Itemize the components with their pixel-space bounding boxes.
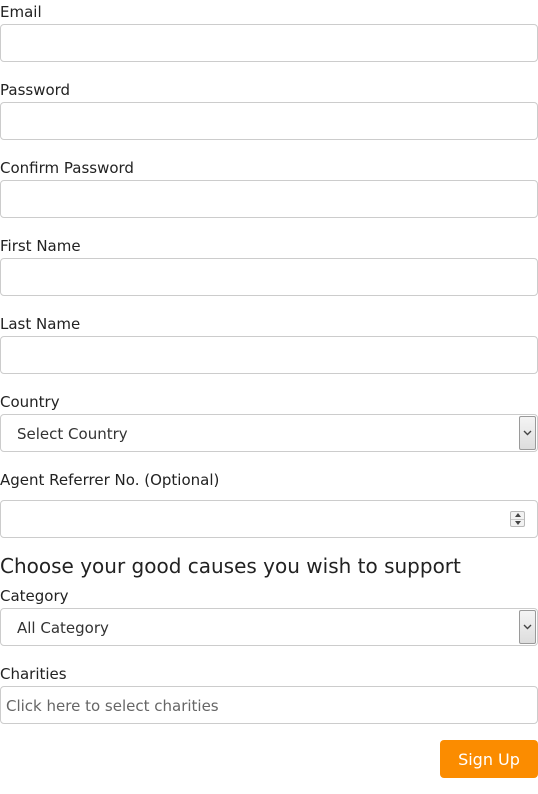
last-name-field[interactable] [0, 336, 538, 374]
last-name-label: Last Name [0, 315, 81, 333]
chevron-down-icon[interactable] [519, 416, 536, 450]
confirm-password-input[interactable] [1, 181, 537, 217]
first-name-label: First Name [0, 237, 81, 255]
category-selected-value: All Category [17, 619, 109, 637]
chevron-down-icon[interactable] [519, 610, 536, 644]
charities-placeholder: Click here to select charities [6, 697, 219, 715]
country-label: Country [0, 393, 60, 411]
charities-label: Charities [0, 665, 67, 683]
last-name-input[interactable] [1, 337, 537, 373]
email-input[interactable] [1, 25, 537, 61]
email-label: Email [0, 3, 42, 21]
password-input[interactable] [1, 103, 537, 139]
agent-referrer-input[interactable] [1, 501, 537, 537]
agent-referrer-field[interactable] [0, 500, 538, 538]
agent-referrer-label: Agent Referrer No. (Optional) [0, 471, 220, 489]
password-field[interactable] [0, 102, 538, 140]
first-name-field[interactable] [0, 258, 538, 296]
confirm-password-field[interactable] [0, 180, 538, 218]
country-selected-value: Select Country [17, 425, 128, 443]
confirm-password-label: Confirm Password [0, 159, 134, 177]
sign-up-button[interactable]: Sign Up [440, 740, 538, 778]
category-label: Category [0, 587, 69, 605]
number-spinner-icon[interactable] [510, 511, 525, 527]
charities-picker[interactable]: Click here to select charities [0, 686, 538, 724]
country-select[interactable]: Select Country [0, 414, 538, 452]
category-select[interactable]: All Category [0, 608, 538, 646]
email-field[interactable] [0, 24, 538, 62]
causes-heading: Choose your good causes you wish to supp… [0, 554, 461, 578]
password-label: Password [0, 81, 71, 99]
first-name-input[interactable] [1, 259, 537, 295]
spinner-down-icon[interactable] [511, 518, 524, 527]
